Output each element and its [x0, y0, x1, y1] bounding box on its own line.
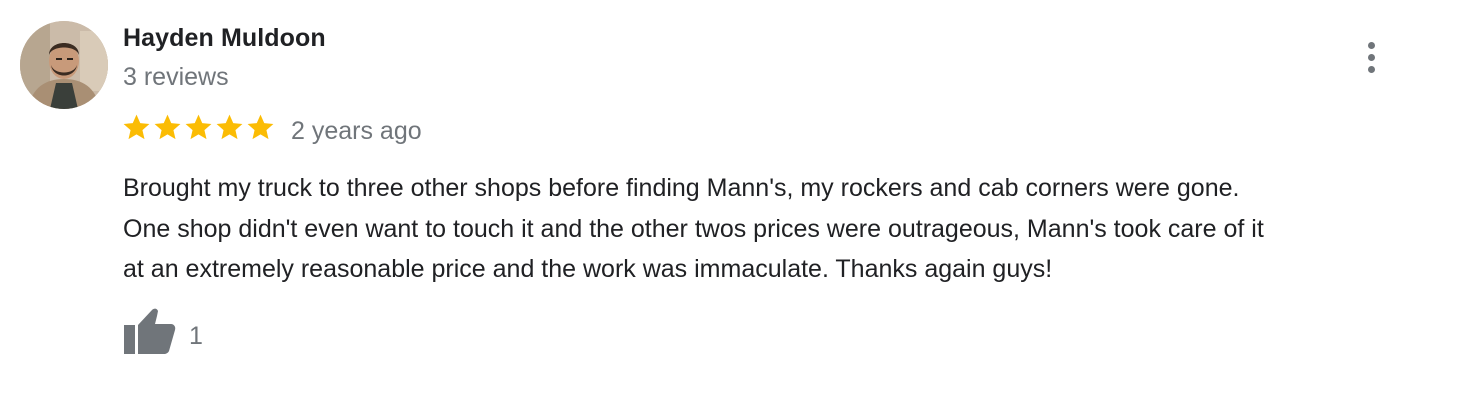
star-icon	[185, 114, 212, 140]
review-date: 2 years ago	[291, 117, 422, 145]
star-rating	[121, 112, 276, 143]
star-icon	[123, 114, 150, 140]
reviewer-name[interactable]: Hayden Muldoon	[123, 24, 326, 53]
review-text-line: One shop didn't even want to touch it an…	[123, 214, 1264, 243]
more-vert-icon-dot	[1368, 54, 1375, 61]
star-icon	[154, 114, 181, 140]
like-count: 1	[189, 322, 203, 350]
review-text-line: Brought my truck to three other shops be…	[123, 174, 1240, 202]
review-text-line: at an extremely reasonable price and the…	[123, 255, 1053, 283]
avatar[interactable]	[20, 21, 108, 109]
reviewer-review-count[interactable]: 3 reviews	[123, 63, 229, 92]
star-icon	[216, 114, 243, 140]
review-text: Brought my truck to three other shops be…	[123, 168, 1453, 290]
star-icon	[247, 114, 274, 140]
thumbs-up-icon	[124, 308, 176, 354]
more-vert-icon	[1368, 42, 1375, 49]
more-options-button[interactable]	[1356, 38, 1388, 78]
more-vert-icon-dot	[1368, 66, 1375, 73]
like-button[interactable]	[122, 306, 178, 356]
